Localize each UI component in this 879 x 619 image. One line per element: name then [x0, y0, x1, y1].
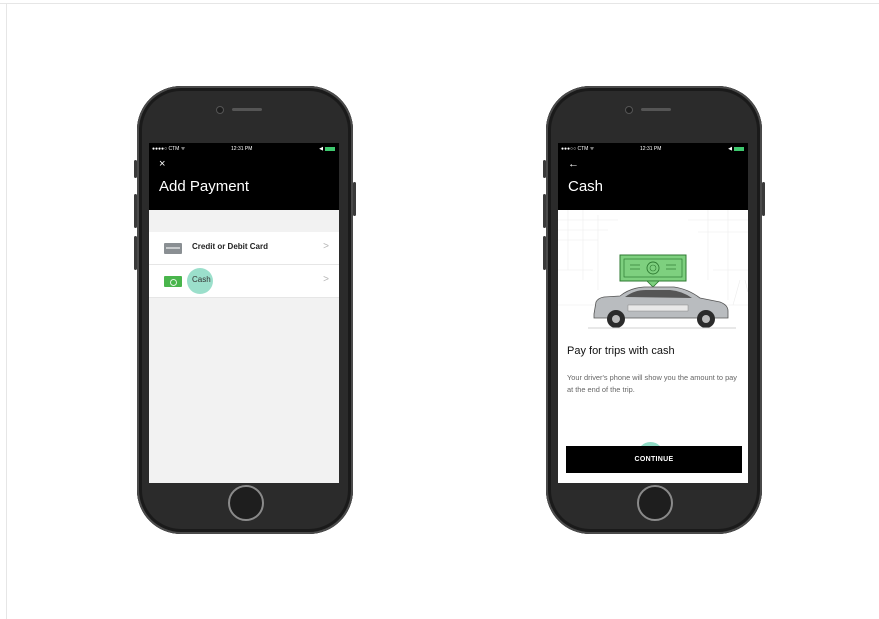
continue-button[interactable]: CONTINUE [566, 446, 742, 473]
battery-icon: ◀ [319, 146, 335, 152]
cash-screen: ●●●○○ CTM ᯤ 12:31 PM ◀ ← Cash Pay for tr… [558, 143, 748, 483]
mute-switch [134, 160, 137, 178]
volume-up-button [543, 194, 546, 228]
page-title: Add Payment [159, 178, 250, 195]
payment-option-label: Credit or Debit Card [192, 242, 269, 251]
volume-down-button [134, 236, 137, 270]
cash-car-illustration [588, 254, 736, 329]
credit-card-icon [164, 243, 182, 254]
status-time: 12:31 PM [231, 146, 253, 152]
status-bar: ●●●○○ CTM ᯤ 12:31 PM ◀ [558, 143, 748, 155]
frame-border-left [6, 3, 7, 619]
banknote-icon [619, 254, 687, 288]
payment-option-cash[interactable]: Cash > [149, 265, 339, 298]
frame-border-top [0, 3, 879, 4]
screen-header: ●●●●○ CTM ᯤ 12:31 PM ◀ × Add Payment [149, 143, 339, 210]
screen-header: ●●●○○ CTM ᯤ 12:31 PM ◀ ← Cash [558, 143, 748, 210]
add-payment-screen: ●●●●○ CTM ᯤ 12:31 PM ◀ × Add Payment Cre… [149, 143, 339, 483]
car-icon [588, 286, 736, 329]
volume-up-button [134, 194, 137, 228]
chevron-right-icon: > [323, 241, 329, 252]
carrier-signal: ●●●●○ CTM ᯤ [152, 146, 186, 152]
cash-description: Your driver's phone will show you the am… [567, 373, 737, 394]
payment-option-label: Cash [192, 275, 211, 284]
home-button[interactable] [637, 485, 673, 521]
power-button [762, 182, 765, 216]
back-arrow-icon[interactable]: ← [568, 158, 579, 170]
page-title: Cash [568, 178, 604, 195]
volume-down-button [543, 236, 546, 270]
phone-add-payment: ●●●●○ CTM ᯤ 12:31 PM ◀ × Add Payment Cre… [134, 86, 356, 534]
close-icon[interactable]: × [159, 158, 165, 170]
phone-cash: ●●●○○ CTM ᯤ 12:31 PM ◀ ← Cash Pay for tr… [543, 86, 765, 534]
power-button [353, 182, 356, 216]
cash-content: Pay for trips with cash Your driver's ph… [558, 210, 748, 483]
status-time: 12:31 PM [640, 146, 662, 152]
battery-icon: ◀ [728, 146, 744, 152]
payment-option-card[interactable]: Credit or Debit Card > [149, 232, 339, 265]
home-button[interactable] [228, 485, 264, 521]
chevron-right-icon: > [323, 274, 329, 285]
front-camera [216, 106, 224, 114]
mute-switch [543, 160, 546, 178]
payment-options-list: Credit or Debit Card > Cash > [149, 210, 339, 483]
front-camera [625, 106, 633, 114]
cash-heading: Pay for trips with cash [567, 345, 675, 357]
carrier-signal: ●●●○○ CTM ᯤ [561, 146, 595, 152]
status-bar: ●●●●○ CTM ᯤ 12:31 PM ◀ [149, 143, 339, 155]
earpiece-speaker [641, 108, 671, 111]
cash-icon [164, 276, 182, 287]
earpiece-speaker [232, 108, 262, 111]
